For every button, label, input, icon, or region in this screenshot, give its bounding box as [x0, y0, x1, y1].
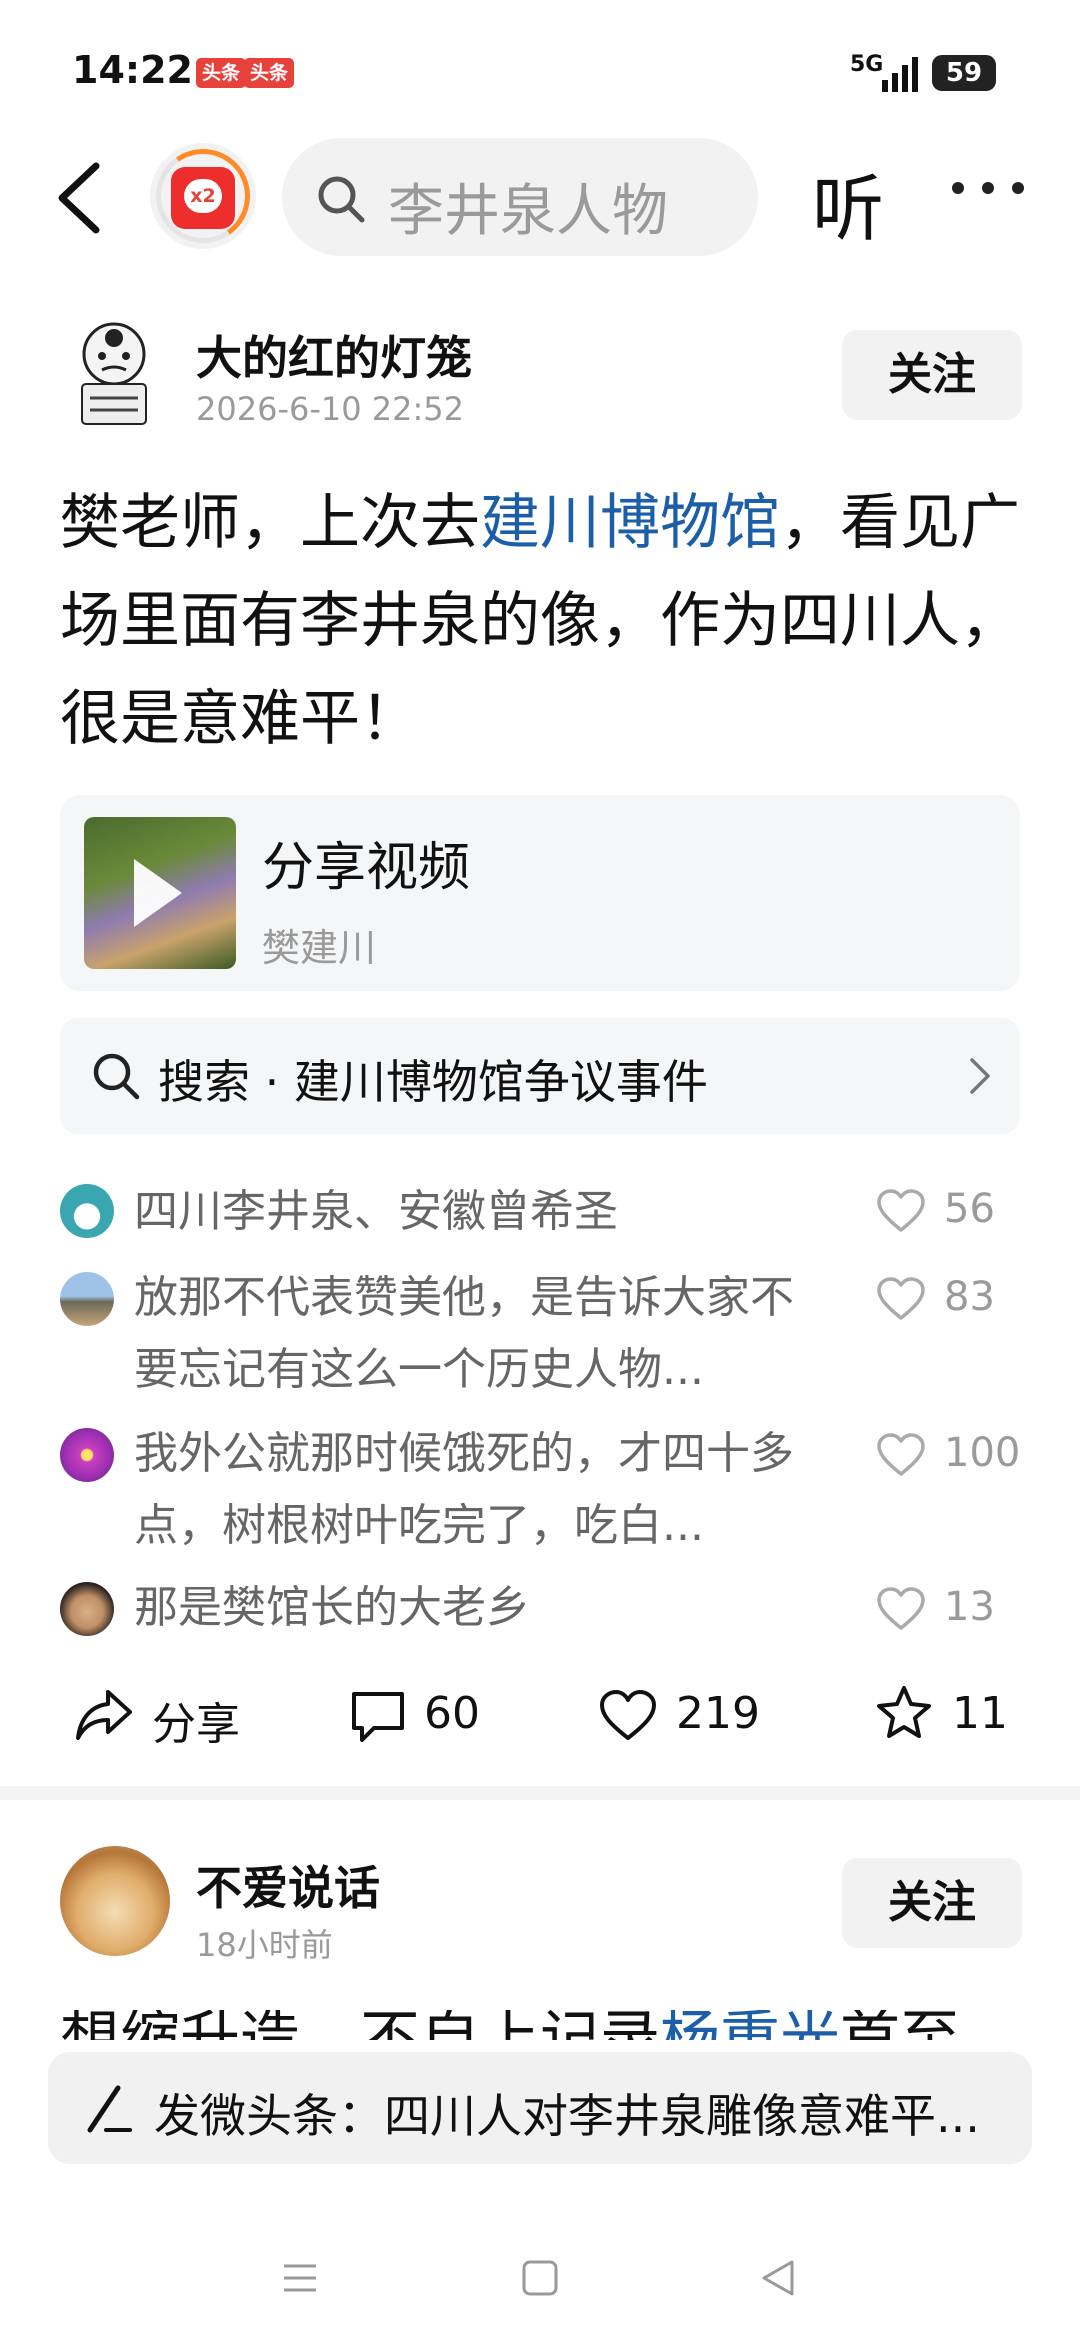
back-icon[interactable] [50, 158, 110, 238]
favorite-count[interactable]: 11 [952, 1688, 1008, 1739]
comment-text: 那是樊馆长的大老乡 [134, 1582, 530, 1633]
share-icon[interactable] [74, 1686, 134, 1742]
compose-bar[interactable]: 发微头条：四川人对李井泉雕像意难平... [48, 2052, 1032, 2164]
search-box[interactable]: 李井泉人物 [282, 138, 758, 256]
post-text: 首至 [840, 2010, 960, 2040]
author-avatar[interactable] [60, 1846, 170, 1956]
post-text: 樊老师，上次去 [60, 488, 480, 558]
signal-icon [882, 57, 918, 92]
museum-link[interactable]: 建川博物馆 [480, 488, 780, 558]
search-icon [93, 1053, 140, 1100]
author-name[interactable]: 不爱说话 [196, 1852, 380, 1918]
heart-icon[interactable] [876, 1432, 926, 1478]
heart-icon[interactable] [876, 1188, 926, 1234]
redpacket-icon: x2 [171, 167, 235, 229]
video-thumbnail [84, 817, 236, 969]
comment-likes: 13 [944, 1584, 995, 1630]
comment-text: 四川李井泉、安徽曾希圣 [134, 1186, 618, 1237]
follow-button[interactable]: 关注 [842, 1858, 1022, 1948]
menu-icon[interactable] [278, 2256, 322, 2300]
post-time: 2026-6-10 22:52 [196, 390, 464, 428]
more-icon[interactable] [948, 172, 1028, 202]
compose-prompt: 发微头条：四川人对李井泉雕像意难平... [154, 2089, 980, 2143]
shared-video-title: 分享视频 [262, 838, 471, 898]
author-avatar[interactable] [64, 318, 164, 428]
related-search[interactable]: 搜索 · 建川博物馆争议事件 [60, 1018, 1020, 1134]
post-divider [0, 1786, 1080, 1800]
back-nav-icon[interactable] [756, 2256, 800, 2300]
chevron-right-icon [970, 1058, 990, 1094]
related-search-text: 搜索 · 建川博物馆争议事件 [158, 1055, 708, 1109]
post-body: 樊老师，上次去建川博物馆，看见广场里面有李井泉的像，作为四川人，很是意难平！ [60, 474, 1020, 768]
post-text: 想缩升造，不自上记录 [60, 2010, 660, 2040]
status-time: 14:22 [72, 48, 193, 92]
like-icon[interactable] [598, 1688, 658, 1744]
comment-text: 我外公就那时候饿死的，才四十多点，树根树叶吃完了，吃白... [134, 1428, 794, 1551]
redpacket-button[interactable]: x2 [148, 141, 258, 251]
network-label: 5G [850, 52, 884, 77]
heart-icon[interactable] [876, 1586, 926, 1632]
home-icon[interactable] [518, 2256, 562, 2300]
post-time: 18小时前 [196, 1926, 333, 1964]
like-count[interactable]: 219 [676, 1688, 760, 1739]
battery-indicator: 59 [932, 55, 996, 91]
comment-text: 放那不代表赞美他，是告诉大家不要忘记有这么一个历史人物... [134, 1272, 794, 1395]
play-icon [134, 859, 182, 927]
toutiao-badge: 头条 [244, 58, 295, 88]
shared-video-author: 樊建川 [262, 926, 377, 970]
comment-likes: 56 [944, 1186, 995, 1232]
commenter-avatar[interactable] [60, 1184, 114, 1238]
search-query: 李井泉人物 [388, 179, 668, 244]
author-name[interactable]: 大的红的灯笼 [196, 322, 472, 388]
commenter-avatar[interactable] [60, 1272, 114, 1326]
person-link[interactable]: 杨重光 [660, 2010, 840, 2040]
comment-icon[interactable] [348, 1688, 408, 1744]
multiplier-label: x2 [184, 179, 222, 213]
commenter-avatar[interactable] [60, 1428, 114, 1482]
comment-count[interactable]: 60 [424, 1688, 480, 1739]
commenter-avatar[interactable] [60, 1582, 114, 1636]
comment-likes: 83 [944, 1274, 995, 1320]
search-icon [318, 176, 365, 223]
shared-video-card[interactable]: 分享视频 樊建川 [60, 795, 1020, 991]
comment-likes: 100 [944, 1430, 1021, 1476]
toutiao-badge: 头条 [196, 58, 247, 88]
post-body-truncated: 想缩升造，不自上记录杨重光首至 [60, 2010, 1020, 2040]
pen-icon [87, 2085, 132, 2133]
heart-icon[interactable] [876, 1276, 926, 1322]
follow-button[interactable]: 关注 [842, 330, 1022, 420]
star-icon[interactable] [874, 1684, 934, 1740]
share-label[interactable]: 分享 [152, 1688, 240, 1752]
listen-button[interactable]: 听 [812, 150, 884, 255]
